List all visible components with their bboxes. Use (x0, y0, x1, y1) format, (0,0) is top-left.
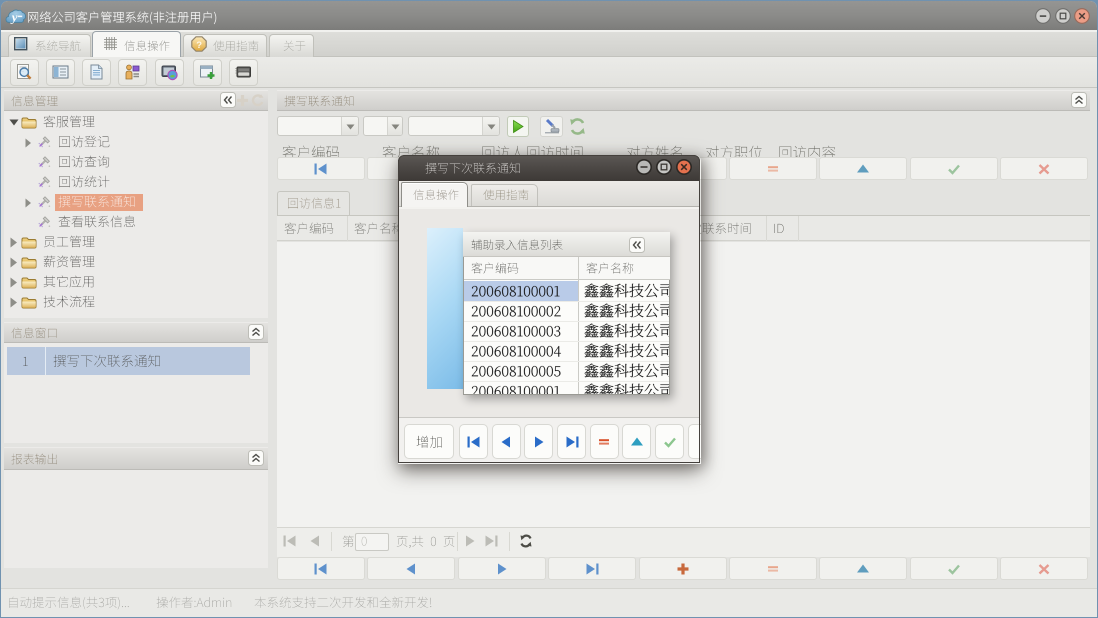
svg-text:y: y (10, 10, 18, 25)
svg-text:?: ? (196, 40, 202, 51)
